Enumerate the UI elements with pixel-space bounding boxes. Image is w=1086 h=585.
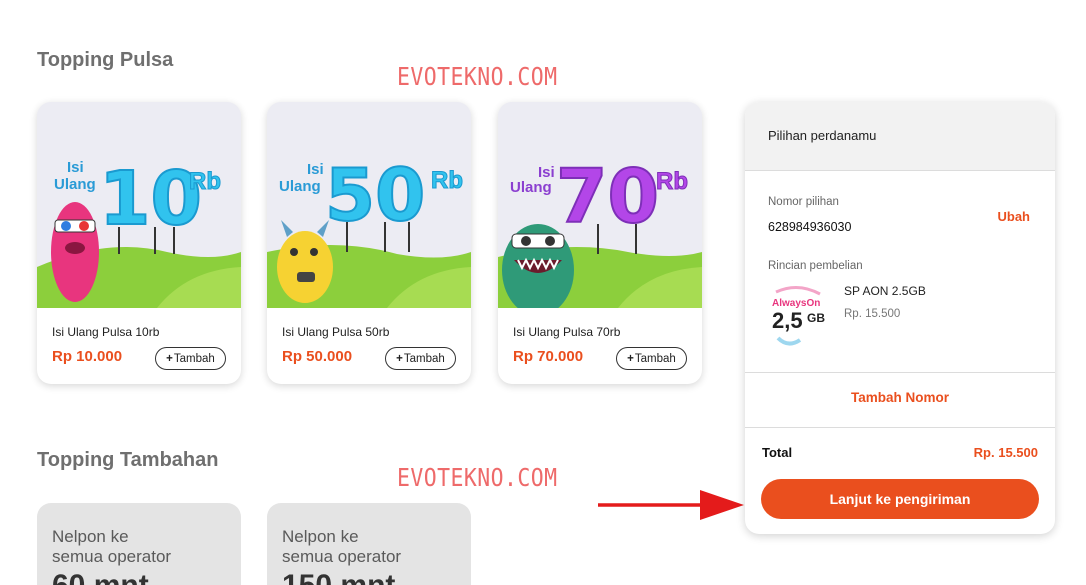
art-unit: Rb — [656, 168, 688, 195]
art-text-ulang: Ulang — [54, 176, 96, 193]
plus-icon: + — [166, 352, 173, 365]
divider — [745, 427, 1055, 428]
nomor-value: 628984936030 — [768, 220, 852, 234]
plus-icon: + — [396, 352, 403, 365]
art-amount: 10 — [99, 156, 202, 242]
card-price: Rp 10.000 — [52, 348, 123, 365]
art-text-isi: Isi — [67, 159, 84, 176]
nomor-label: Nomor pilihan — [768, 196, 839, 208]
rincian-label: Rincian pembelian — [768, 260, 863, 272]
plus-icon: + — [627, 352, 634, 365]
product-price: Rp. 15.500 — [844, 308, 901, 320]
total-value: Rp. 15.500 — [973, 445, 1038, 460]
art-amount: 70 — [556, 154, 659, 240]
watermark-bottom: EVOTEKNO.COM — [397, 463, 558, 492]
product-logo-unit: GB — [807, 311, 825, 325]
card-price: Rp 50.000 — [282, 348, 353, 365]
art-unit: Rb — [189, 168, 221, 195]
add-button[interactable]: + Tambah — [385, 347, 456, 370]
tambahan-card-150mnt[interactable]: Nelpon ke semua operator 150 mnt — [267, 503, 471, 585]
product-thumbnail: AlwaysOn 2,5 GB — [768, 282, 834, 348]
panel-title: Pilihan perdanamu — [768, 128, 877, 143]
product-logo-size: 2,5 — [772, 308, 803, 333]
card-name: Isi Ulang Pulsa 10rb — [52, 325, 160, 339]
tambahan-card-text: Nelpon ke semua operator — [282, 527, 462, 567]
order-summary-panel: Pilihan perdanamu Nomor pilihan 62898493… — [745, 102, 1055, 534]
section-title-topping-tambahan: Topping Tambahan — [37, 449, 219, 471]
pulsa-card-70rb[interactable]: Isi Ulang 70 Rb Isi Ulang Pulsa 70rb Rp … — [498, 102, 702, 384]
art-text-ulang: Ulang — [279, 178, 321, 195]
art-text-isi: Isi — [307, 161, 324, 178]
tambahan-line1: Nelpon ke — [52, 527, 129, 546]
tambahan-card-60mnt[interactable]: Nelpon ke semua operator 60 mnt — [37, 503, 241, 585]
watermark-top: EVOTEKNO.COM — [397, 62, 558, 91]
art-unit: Rb — [431, 167, 463, 194]
tambahan-line2: semua operator — [282, 547, 402, 566]
tambahan-line1: Nelpon ke — [282, 527, 359, 546]
card-name: Isi Ulang Pulsa 70rb — [513, 325, 621, 339]
tambahan-card-text: Nelpon ke semua operator — [52, 527, 232, 567]
add-button-label: Tambah — [403, 352, 445, 365]
pulsa-card-art: Isi Ulang 70 Rb — [498, 102, 702, 308]
art-amount: 50 — [325, 153, 425, 237]
panel-header: Pilihan perdanamu — [745, 102, 1055, 171]
total-label: Total — [762, 445, 793, 460]
art-text-ulang: Ulang — [510, 179, 552, 196]
card-name: Isi Ulang Pulsa 50rb — [282, 325, 390, 339]
add-button-label: Tambah — [173, 352, 215, 365]
pulsa-card-50rb[interactable]: Isi Ulang 50 Rb Isi Ulang Pulsa 50rb Rp … — [267, 102, 471, 384]
tambahan-card-minutes: 60 mnt — [52, 569, 149, 585]
add-button[interactable]: + Tambah — [616, 347, 687, 370]
ubah-link[interactable]: Ubah — [998, 209, 1031, 224]
pulsa-card-10rb[interactable]: Isi Ulang 10 Rb Isi Ulang Pulsa 10rb Rp … — [37, 102, 241, 384]
pulsa-card-art: Isi Ulang 50 Rb — [267, 102, 471, 308]
add-button[interactable]: + Tambah — [155, 347, 226, 370]
add-button-label: Tambah — [634, 352, 676, 365]
lanjut-pengiriman-button[interactable]: Lanjut ke pengiriman — [761, 479, 1039, 519]
card-price: Rp 70.000 — [513, 348, 584, 365]
product-name: SP AON 2.5GB — [844, 284, 926, 298]
pulsa-card-art: Isi Ulang 10 Rb — [37, 102, 241, 308]
divider — [745, 372, 1055, 373]
tambahan-card-minutes: 150 mnt — [282, 569, 395, 585]
tambahan-line2: semua operator — [52, 547, 172, 566]
red-arrow-icon — [598, 490, 744, 520]
section-title-topping-pulsa: Topping Pulsa — [37, 49, 174, 71]
tambah-nomor-link[interactable]: Tambah Nomor — [745, 390, 1055, 405]
